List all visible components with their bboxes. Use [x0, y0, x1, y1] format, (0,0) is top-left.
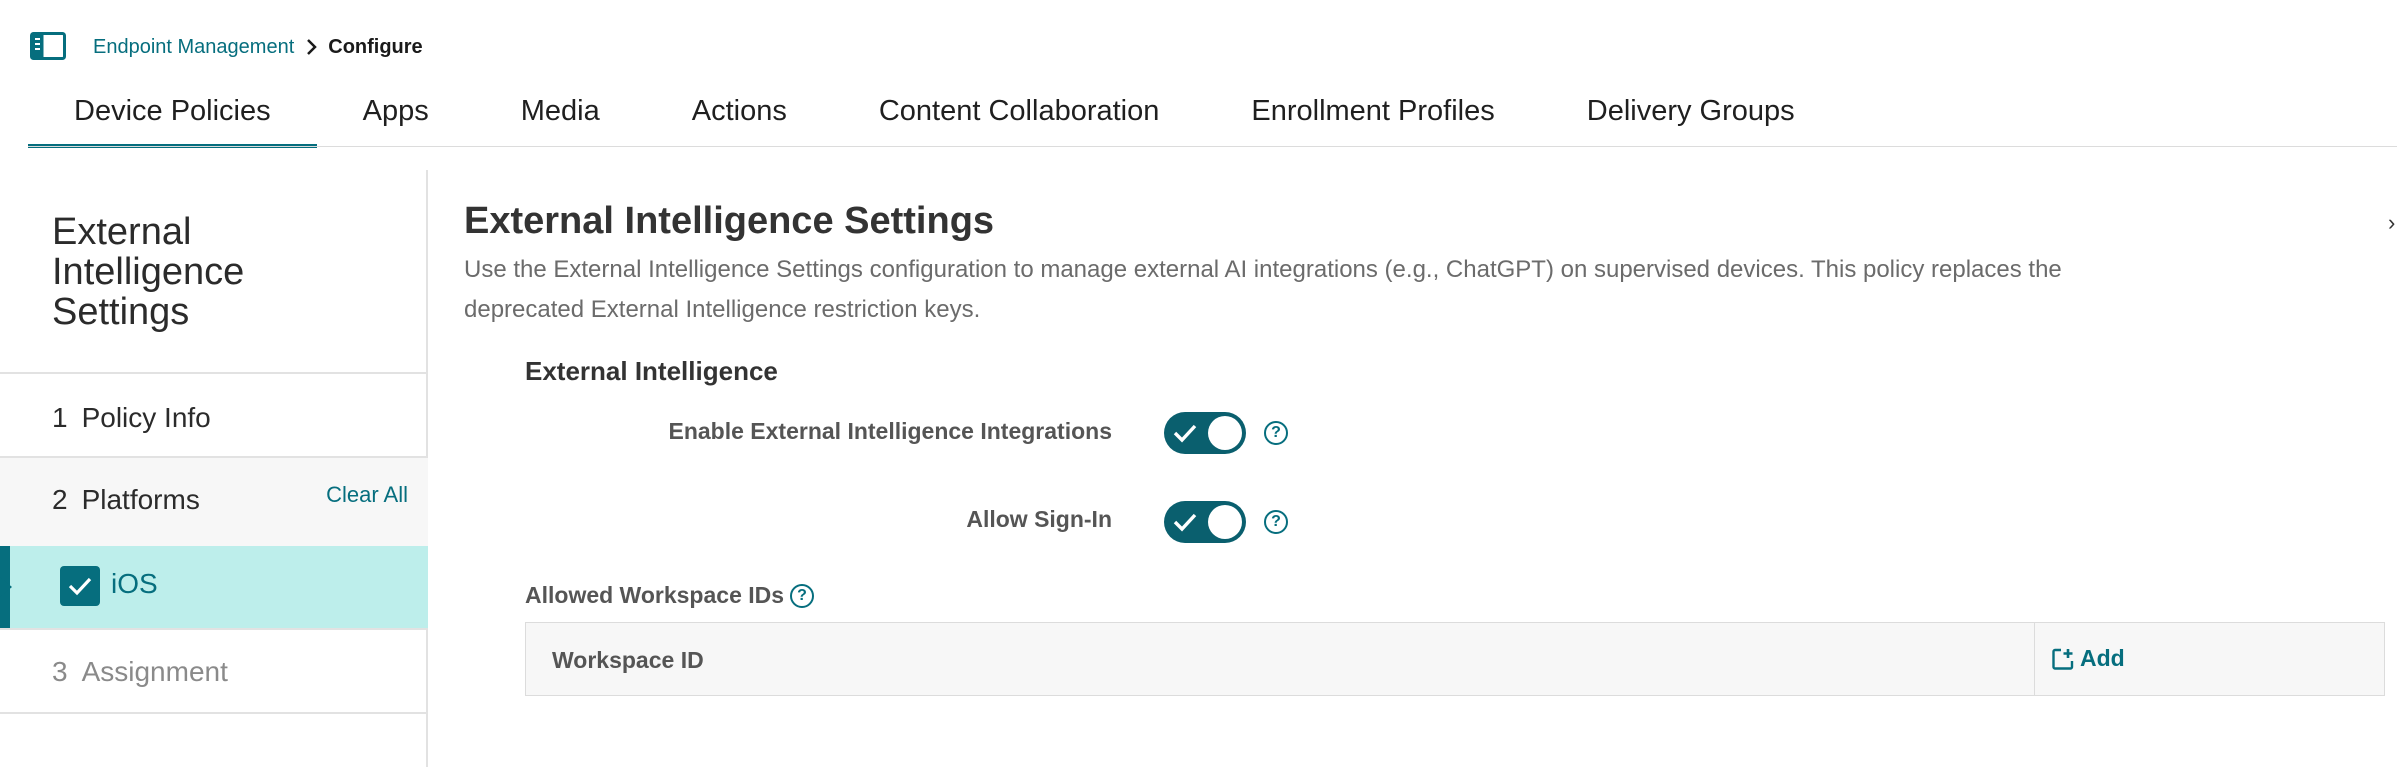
step-label: Platforms	[81, 484, 200, 515]
tab-enrollment-profiles[interactable]: Enrollment Profiles	[1205, 86, 1540, 148]
help-icon[interactable]: ?	[1264, 421, 1288, 445]
toggle-knob	[1208, 416, 1242, 450]
tab-media[interactable]: Media	[475, 86, 646, 148]
policy-sidebar: External Intelligence Settings 1 Policy I…	[0, 170, 428, 767]
sidebar-toggle-icon[interactable]	[30, 32, 66, 60]
ios-label: iOS	[111, 568, 158, 599]
tab-actions[interactable]: Actions	[646, 86, 833, 148]
tab-device-policies[interactable]: Device Policies	[28, 86, 317, 148]
sidebar-title-line: Settings	[52, 291, 190, 333]
add-icon	[2052, 648, 2074, 670]
workspace-id-table: Workspace ID Add	[525, 622, 2385, 696]
add-button-label: Add	[2080, 645, 2125, 671]
collapse-arrow-icon[interactable]: ›	[2388, 210, 2395, 236]
setting-label-allow-sign-in: Allow Sign-In	[966, 506, 1112, 532]
step-policy-info[interactable]: 1 Policy Info	[52, 402, 211, 434]
section-title: External Intelligence	[525, 356, 778, 386]
allowed-workspace-ids-text: Allowed Workspace IDs	[525, 582, 785, 608]
active-marker	[0, 577, 12, 597]
breadcrumb-endpoint-management[interactable]: Endpoint Management	[93, 36, 294, 59]
allow-sign-in-toggle[interactable]	[1164, 501, 1246, 543]
page-title: External Intelligence Settings	[464, 200, 995, 242]
step-assignment[interactable]: 3 Assignment	[52, 656, 228, 688]
sidebar-title: External Intelligence Settings	[52, 212, 244, 332]
help-icon[interactable]: ?	[790, 583, 815, 608]
tab-delivery-groups[interactable]: Delivery Groups	[1541, 86, 1841, 148]
sidebar-title-line: External	[52, 211, 192, 253]
sidebar-divider	[0, 372, 428, 374]
sidebar-divider	[0, 712, 428, 714]
tab-content-collaboration[interactable]: Content Collaboration	[833, 86, 1206, 148]
step-number: 3	[52, 656, 68, 687]
allowed-workspace-ids-label: Allowed Workspace IDs ?	[525, 582, 815, 609]
breadcrumb: Endpoint Management Configure	[93, 34, 423, 60]
step-label: Assignment	[81, 656, 228, 687]
step-number: 1	[52, 402, 68, 433]
step-label: Policy Info	[81, 402, 211, 433]
breadcrumb-configure: Configure	[328, 35, 423, 58]
setting-label-enable-integrations: Enable External Intelligence Integration…	[668, 418, 1112, 444]
chevron-right-icon	[306, 38, 318, 56]
add-workspace-id-button[interactable]: Add	[2052, 645, 2125, 672]
checkmark-icon	[68, 577, 92, 596]
toggle-knob	[1208, 505, 1242, 539]
sidebar-title-line: Intelligence	[52, 251, 245, 293]
page-description: Use the External Intelligence Settings c…	[464, 256, 2062, 323]
step-platforms-label[interactable]: 2 Platforms	[52, 484, 200, 516]
step-platforms: 2 Platforms Clear All	[0, 458, 428, 546]
clear-all-button[interactable]: Clear All	[326, 482, 408, 508]
step-number: 2	[52, 484, 68, 515]
sidebar-divider	[0, 628, 428, 630]
platform-ios-item[interactable]: iOS	[0, 546, 428, 628]
checkmark-icon	[1173, 424, 1197, 443]
table-column-divider	[2034, 623, 2035, 695]
enable-integrations-toggle[interactable]	[1164, 412, 1246, 454]
help-icon[interactable]: ?	[1264, 510, 1288, 534]
top-bar: Endpoint Management Configure Device Pol…	[0, 0, 2397, 148]
tabs-divider	[28, 146, 2397, 147]
tab-apps[interactable]: Apps	[317, 86, 475, 148]
workspace-id-column-header: Workspace ID	[552, 647, 704, 673]
main-content: External Intelligence Settings Use the E…	[464, 170, 2394, 767]
ios-checkbox[interactable]	[60, 566, 100, 606]
checkmark-icon	[1173, 513, 1197, 532]
main-tabs: Device Policies Apps Media Actions Conte…	[28, 86, 1841, 148]
